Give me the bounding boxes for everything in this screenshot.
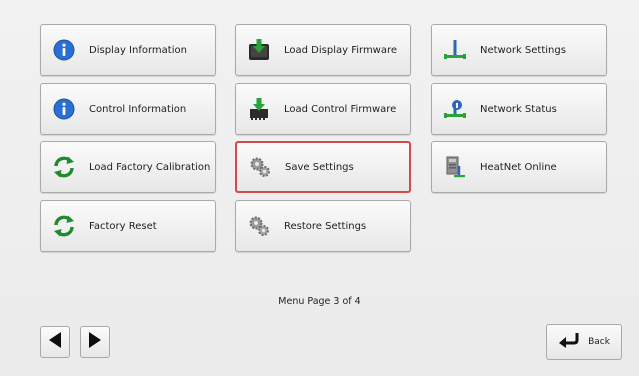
display-firmware-icon [246,37,272,63]
network-status-label: Network Status [480,103,557,115]
load-display-firmware-button[interactable]: Load Display Firmware [235,24,411,76]
info-icon [51,37,77,63]
triangle-left-icon [48,332,62,352]
back-label: Back [588,337,610,347]
network-status-button[interactable]: Network Status [431,83,607,135]
network-icon [442,37,468,63]
page-indicator: Menu Page 3 of 4 [278,296,361,307]
gears-icon [246,213,272,239]
factory-reset-label: Factory Reset [89,220,157,232]
heatnet-icon [442,154,468,180]
restore-settings-label: Restore Settings [284,220,367,232]
triangle-right-icon [88,332,102,352]
refresh-icon [51,154,77,180]
control-information-button[interactable]: Control Information [40,83,216,135]
settings-menu-screen: Display Information Control Information … [0,0,639,376]
previous-page-button[interactable] [40,326,70,358]
control-information-label: Control Information [89,103,187,115]
heatnet-online-label: HeatNet Online [480,161,557,173]
network-settings-label: Network Settings [480,44,566,56]
load-factory-calibration-label: Load Factory Calibration [89,161,211,173]
network-settings-button[interactable]: Network Settings [431,24,607,76]
next-page-button[interactable] [80,326,110,358]
load-factory-calibration-button[interactable]: Load Factory Calibration [40,141,216,193]
back-button[interactable]: Back [546,324,622,360]
heatnet-online-button[interactable]: HeatNet Online [431,141,607,193]
factory-reset-button[interactable]: Factory Reset [40,200,216,252]
refresh-icon [51,213,77,239]
info-icon [51,96,77,122]
network-status-icon [442,96,468,122]
display-information-button[interactable]: Display Information [40,24,216,76]
control-firmware-icon [246,96,272,122]
return-arrow-icon [558,332,580,352]
restore-settings-button[interactable]: Restore Settings [235,200,411,252]
load-control-firmware-button[interactable]: Load Control Firmware [235,83,411,135]
load-control-firmware-label: Load Control Firmware [284,103,397,115]
gears-icon [247,154,273,180]
save-settings-button[interactable]: Save Settings [235,141,411,193]
save-settings-label: Save Settings [285,161,354,173]
display-information-label: Display Information [89,44,187,56]
load-display-firmware-label: Load Display Firmware [284,44,398,56]
